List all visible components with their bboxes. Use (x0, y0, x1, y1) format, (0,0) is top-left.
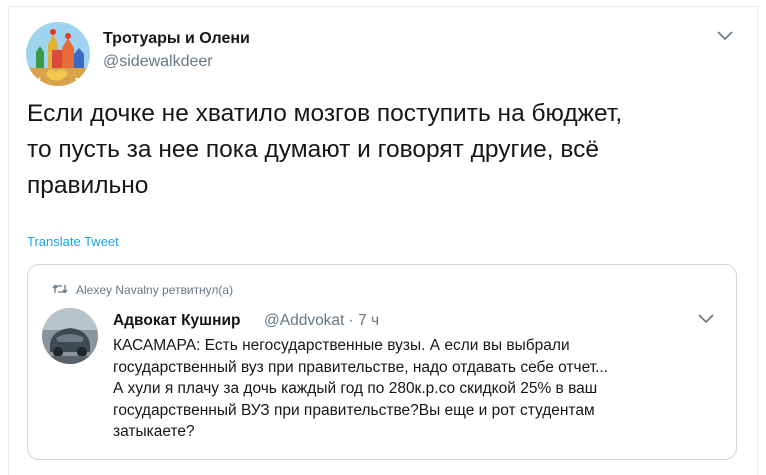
tweet-text-line: правильно (27, 172, 149, 199)
author-handle[interactable]: @sidewalkdeer (103, 53, 213, 71)
kremlin-deer-avatar-icon (26, 22, 90, 86)
quoted-text-line: государственный ВУЗ при правительстве?Вы… (113, 401, 595, 419)
tweet-text: Если дочке не хватило мозгов поступить н… (27, 96, 747, 204)
car-avatar-icon (42, 308, 98, 364)
quoted-author-avatar[interactable] (42, 308, 98, 364)
quoted-text-line: КАСАМАРА: Есть негосударственные вузы. А… (113, 337, 570, 354)
tweet-text-line: Если дочке не хватило мозгов поступить н… (27, 100, 623, 127)
chevron-down-icon[interactable] (717, 31, 733, 41)
tweet-text-line: то пусть за нее пока думают и говорят др… (27, 136, 600, 163)
retweet-icon (52, 284, 68, 294)
quoted-author-meta[interactable]: @Addvokat · 7 ч (264, 312, 379, 330)
quoted-text-line: государственный вуз при правительстве, н… (113, 358, 609, 376)
quoted-text-line: А хули я плачу за дочь каждый год по 280… (113, 380, 598, 397)
retweet-note[interactable]: Alexey Navalny ретвитнул(а) (76, 283, 233, 297)
quoted-author-name[interactable]: Адвокат Кушнир (113, 312, 240, 330)
chevron-down-icon[interactable] (698, 314, 714, 324)
quoted-tweet-text: КАСАМАРА: Есть негосударственные вузы. А… (113, 335, 713, 443)
author-name[interactable]: Тротуары и Олени (103, 30, 250, 48)
author-avatar[interactable] (26, 22, 90, 86)
quoted-text-line: затыкаете? (113, 423, 195, 440)
translate-tweet-link[interactable]: Translate Tweet (27, 234, 119, 249)
